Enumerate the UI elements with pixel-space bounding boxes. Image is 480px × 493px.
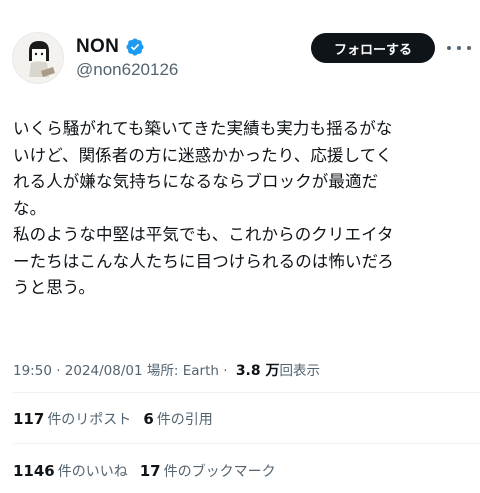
more-options-icon[interactable] (447, 40, 471, 56)
more-dot (457, 46, 461, 50)
like-stats-row: 1146 件のいいね 17 件のブックマーク (13, 461, 288, 481)
more-dot (467, 46, 471, 50)
tweet-location[interactable]: Earth (183, 363, 219, 379)
views-count: 3.8 万 (235, 363, 280, 379)
tweet-time[interactable]: 19:50 (13, 363, 52, 379)
name-row: NON (76, 36, 145, 58)
verified-badge-icon (126, 38, 144, 56)
tweet-date[interactable]: 2024/08/01 (65, 363, 143, 379)
meta-separator: · (51, 363, 65, 379)
bookmarks-count: 17 (139, 462, 161, 480)
tweet-line: うと思う。 (13, 278, 96, 297)
tweet-line: いけど、関係者の方に迷惑かかったり、応援してく (13, 145, 393, 165)
tweet-line: ーたちはこんな人たちに目つけられるのは怖いだろ (13, 251, 394, 271)
reposts-label: 件のリポスト (47, 412, 132, 428)
avatar-illustration-icon (13, 33, 63, 83)
tweet-header: NON @non620126 フォローする (0, 0, 480, 100)
more-dot (447, 46, 451, 50)
bookmarks-stat[interactable]: 17 件のブックマーク (140, 461, 276, 481)
quotes-count: 6 (143, 410, 154, 428)
bookmarks-label: 件のブックマーク (163, 464, 276, 480)
display-name[interactable]: NON (76, 36, 119, 58)
tweet-meta: 19:50 · 2024/08/01 場所: Earth · 3.8 万 回表示 (13, 359, 320, 380)
follow-button[interactable]: フォローする (311, 33, 435, 63)
likes-count: 1146 (13, 462, 55, 480)
tweet-line: な。 (13, 198, 47, 218)
likes-stat[interactable]: 1146 件のいいね (13, 461, 128, 481)
tweet-text: いくら騒がれても築いてきた実績も実力も揺るがな いけど、関係者の方に迷惑かかった… (13, 116, 473, 302)
likes-label: 件のいいね (57, 464, 128, 480)
reposts-stat[interactable]: 117 件のリポスト (13, 409, 131, 429)
repost-stats-row: 117 件のリポスト 6 件の引用 (13, 409, 225, 429)
quotes-stat[interactable]: 6 件の引用 (143, 409, 212, 429)
divider (13, 443, 480, 444)
tweet-line: れる人が嫌な気持ちになるならブロックが最適だ (13, 172, 379, 191)
location-prefix: 場所: (142, 363, 183, 379)
avatar[interactable] (12, 32, 64, 84)
user-handle[interactable]: @non620126 (76, 60, 178, 80)
reposts-count: 117 (13, 410, 45, 428)
views-label: 回表示 (279, 363, 321, 379)
meta-separator: · (218, 363, 232, 379)
divider (13, 392, 480, 393)
quotes-label: 件の引用 (156, 412, 213, 428)
tweet-line: 私のような中堅は平気でも、これからのクリエイタ (13, 225, 394, 244)
tweet-line: いくら騒がれても築いてきた実績も実力も揺るがな (13, 119, 393, 138)
